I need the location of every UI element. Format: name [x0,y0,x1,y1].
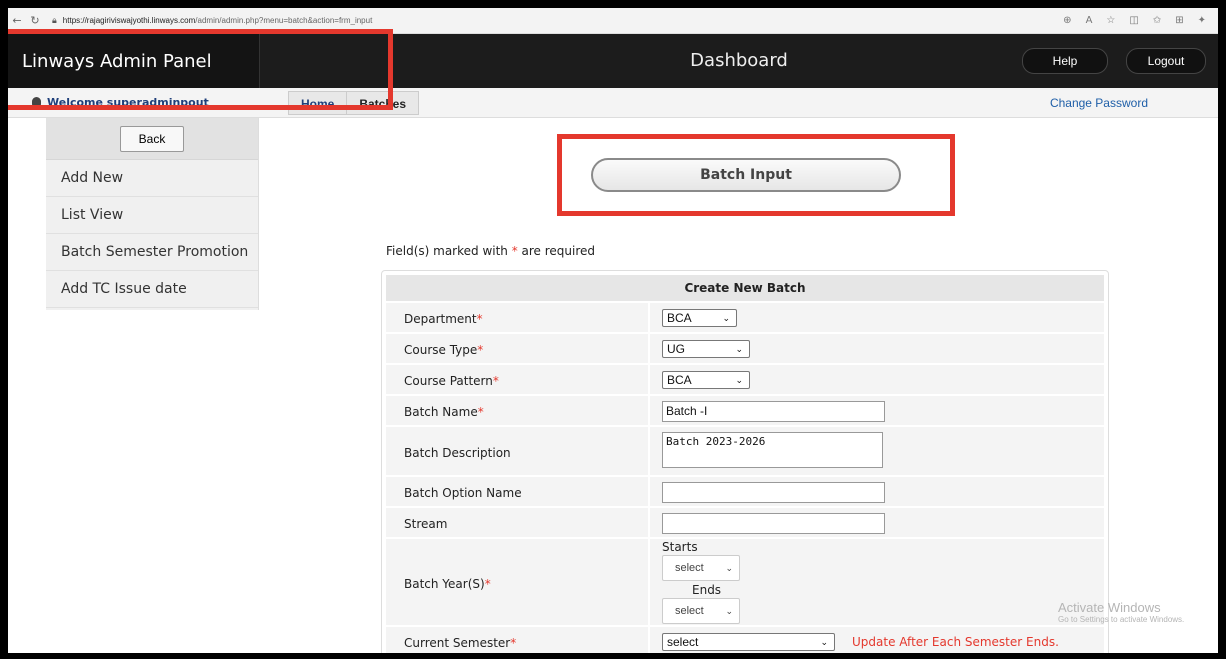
ends-value: select [675,605,704,617]
batch-year-label-text: Batch Year(S) [404,577,485,591]
read-aloud-icon[interactable]: A [1086,15,1093,26]
create-batch-form: Create New Batch Department* BCA ⌄ Course… [381,270,1109,653]
batch-description-textarea[interactable]: Batch 2023-2026 [662,432,883,468]
department-value: BCA [667,311,692,325]
collections-icon[interactable]: ⊞ [1175,15,1183,26]
batch-name-input[interactable]: Batch -I [662,401,885,422]
batch-year-end-select[interactable]: select ⌄ [662,598,740,624]
logout-button[interactable]: Logout [1126,48,1206,74]
sidebar-item-add-new[interactable]: Add New [46,160,258,197]
chevron-down-icon: ⌄ [735,344,743,354]
course-pattern-label-text: Course Pattern [404,374,493,388]
form-title: Create New Batch [386,275,1104,301]
required-star: * [477,343,484,357]
address-bar[interactable]: https://rajagiriviswajyothi.linways.com/… [63,16,373,25]
batch-year-label: Batch Year(S)* [404,577,491,591]
row-course-pattern: Course Pattern* BCA ⌄ [386,365,1104,396]
starts-value: select [675,562,704,574]
windows-activation-watermark: Activate Windows Go to Settings to activ… [1058,600,1184,624]
annotation-box-batch-input [557,134,955,216]
favorite-star-icon[interactable]: ☆ [1106,15,1115,26]
course-pattern-label: Course Pattern* [404,374,499,388]
annotation-box-brand [8,29,393,110]
current-semester-label-text: Current Semester [404,636,511,650]
current-semester-select[interactable]: select ⌄ [662,633,835,651]
reload-icon[interactable]: ↻ [26,14,44,27]
required-star: * [484,577,491,591]
watermark-line-1: Activate Windows [1058,600,1161,615]
back-arrow-icon[interactable]: ← [8,14,26,27]
chevron-down-icon: ⌄ [725,563,733,573]
zoom-icon[interactable]: ⊕ [1063,15,1071,26]
extension-icon[interactable]: ✦ [1198,15,1206,26]
row-stream: Stream [386,508,1104,539]
row-batch-description: Batch Description Batch 2023-2026 [386,427,1104,477]
current-semester-label: Current Semester* [404,636,516,650]
current-semester-value: select [667,635,699,649]
batch-year-start-select[interactable]: select ⌄ [662,555,740,581]
course-type-select[interactable]: UG ⌄ [662,340,750,358]
url-path: /admin/admin.php?menu=batch&action=frm_i… [195,16,373,25]
sidebar-item-add-tc-issue-date[interactable]: Add TC Issue date [46,271,258,308]
department-label-text: Department [404,312,477,326]
course-type-label: Course Type* [404,343,483,357]
required-star: * [477,405,484,419]
ends-label: Ends [692,583,722,597]
url-host: https://rajagiriviswajyothi.linways.com [62,16,196,25]
required-star: * [476,312,483,326]
course-type-label-text: Course Type [404,343,478,357]
sidebar: Back Add New List View Batch Semester Pr… [46,118,259,310]
row-course-type: Course Type* UG ⌄ [386,334,1104,365]
row-current-semester: Current Semester* select ⌄ Update After E… [386,627,1104,653]
required-note-post: are required [517,244,596,258]
batch-description-label: Batch Description [404,446,511,460]
split-screen-icon[interactable]: ◫ [1129,15,1138,26]
required-note: Field(s) marked with * are required [386,244,595,258]
batch-name-label-text: Batch Name [404,405,478,419]
row-batch-name: Batch Name* Batch -I [386,396,1104,427]
batch-option-name-input[interactable] [662,482,885,503]
department-select[interactable]: BCA ⌄ [662,309,737,327]
batch-name-label: Batch Name* [404,405,484,419]
lock-icon: 🔒︎ [52,15,57,26]
stream-input[interactable] [662,513,885,534]
chevron-down-icon: ⌄ [820,637,828,647]
required-star: * [492,374,499,388]
course-type-value: UG [667,342,685,356]
batch-option-name-label: Batch Option Name [404,486,522,500]
required-star: * [510,636,517,650]
browser-window: ← ↻ 🔒︎ https://rajagiriviswajyothi.linwa… [8,8,1218,653]
row-department: Department* BCA ⌄ [386,303,1104,334]
back-button[interactable]: Back [120,125,184,152]
department-label: Department* [404,312,483,326]
course-pattern-select[interactable]: BCA ⌄ [662,371,750,389]
sidebar-item-list-view[interactable]: List View [46,197,258,234]
back-container: Back [46,118,258,160]
watermark-line-2: Go to Settings to activate Windows. [1058,615,1185,624]
required-note-pre: Field(s) marked with [386,244,512,258]
browser-tools: ⊕ A ☆ ◫ ✩ ⊞ ✦ [1063,15,1218,26]
chevron-down-icon: ⌄ [725,606,733,616]
change-password-link[interactable]: Change Password [1050,96,1148,110]
help-button[interactable]: Help [1022,48,1108,74]
row-batch-option-name: Batch Option Name [386,477,1104,508]
chevron-down-icon: ⌄ [735,375,743,385]
stream-label: Stream [404,517,448,531]
semester-update-note: Update After Each Semester Ends. [852,635,1059,649]
starts-label: Starts [662,540,698,554]
chevron-down-icon: ⌄ [722,313,730,323]
row-batch-year: Batch Year(S)* Starts select ⌄ Ends selec… [386,539,1104,627]
favorites-icon[interactable]: ✩ [1153,15,1161,26]
course-pattern-value: BCA [667,373,692,387]
sidebar-item-batch-semester-promotion[interactable]: Batch Semester Promotion [46,234,258,271]
